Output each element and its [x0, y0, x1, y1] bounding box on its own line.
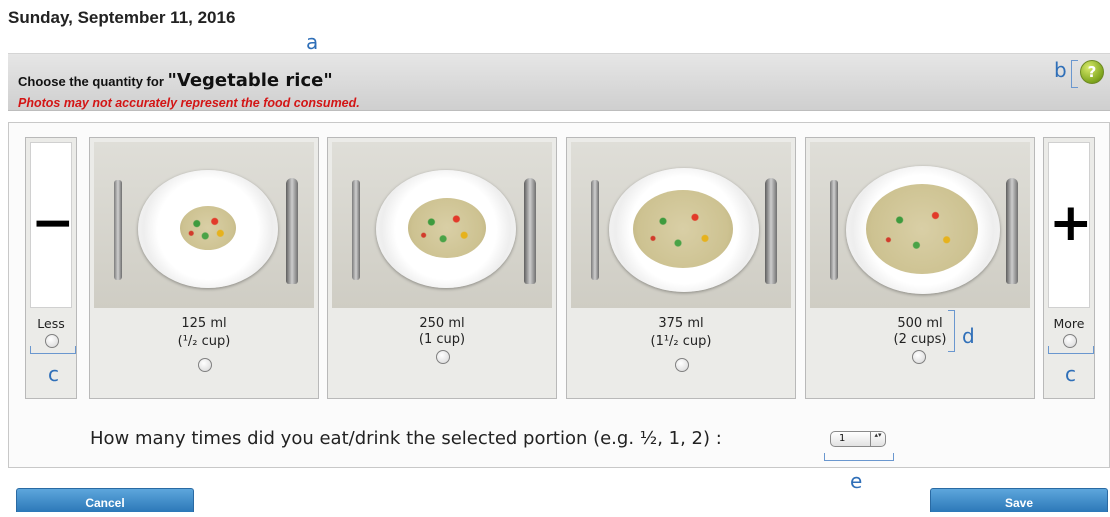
cancel-button[interactable]: Cancel — [16, 488, 194, 512]
portion-cup-label: (1 cup) — [418, 332, 466, 347]
portion-photo-125ml[interactable] — [94, 142, 314, 308]
portion-radio-500ml[interactable] — [912, 350, 926, 364]
fork-image — [114, 180, 122, 280]
minus-icon: − — [31, 193, 75, 253]
more-label: More — [1053, 316, 1085, 331]
less-button[interactable]: − — [30, 142, 75, 308]
portion-card-375ml[interactable]: 375 ml (1¹/₂ cup) — [566, 137, 796, 399]
less-label: Less — [37, 316, 65, 331]
photo-warning: Photos may not accurately represent the … — [18, 96, 360, 110]
rice-image — [180, 206, 236, 250]
choose-prefix: Choose the quantity for — [18, 74, 168, 89]
annotation-d: d — [962, 324, 975, 348]
portion-radio-250ml[interactable] — [436, 350, 450, 364]
quantity-header: Choose the quantity for "Vegetable rice"… — [8, 53, 1110, 111]
stepper-arrows-icon[interactable]: ▴▾ — [870, 432, 885, 446]
plus-icon: + — [1049, 193, 1093, 253]
annotation-d-bracket — [948, 310, 955, 352]
knife-image — [765, 178, 777, 284]
quantity-value: 1 — [839, 433, 846, 444]
less-portion-card[interactable]: − Less — [25, 137, 77, 399]
annotation-b-bracket — [1071, 60, 1078, 88]
more-portion-card[interactable]: + More — [1043, 137, 1095, 399]
portion-ml-label: 250 ml — [419, 316, 465, 331]
annotation-c-left-bracket — [30, 346, 76, 354]
fork-image — [352, 180, 360, 280]
annotation-c-right-bracket — [1048, 346, 1094, 354]
portion-cup-label: (¹/₂ cup) — [177, 334, 231, 349]
portion-ml-label: 500 ml — [897, 316, 943, 331]
portion-ml-label: 125 ml — [181, 316, 227, 331]
portion-card-500ml[interactable]: 500 ml (2 cups) — [805, 137, 1035, 399]
annotation-b: b — [1054, 58, 1067, 82]
portion-radio-375ml[interactable] — [675, 358, 689, 372]
times-question: How many times did you eat/drink the sel… — [90, 428, 722, 449]
rice-image — [408, 198, 486, 258]
portion-cup-label: (1¹/₂ cup) — [650, 334, 712, 349]
food-name: "Vegetable rice" — [167, 70, 333, 91]
annotation-c-right: c — [1065, 362, 1076, 386]
portion-radio-125ml[interactable] — [198, 358, 212, 372]
portion-photo-375ml[interactable] — [571, 142, 791, 308]
portion-card-250ml[interactable]: 250 ml (1 cup) — [327, 137, 557, 399]
knife-image — [286, 178, 298, 284]
quantity-stepper[interactable]: 1 ▴▾ — [830, 431, 886, 447]
help-icon[interactable]: ? — [1080, 60, 1104, 84]
annotation-e: e — [850, 469, 863, 493]
annotation-c-left: c — [48, 362, 59, 386]
rice-image — [866, 184, 978, 274]
knife-image — [524, 178, 536, 284]
fork-image — [591, 180, 599, 280]
portion-photo-500ml[interactable] — [810, 142, 1030, 308]
rice-image — [633, 190, 733, 268]
knife-image — [1006, 178, 1018, 284]
fork-image — [830, 180, 838, 280]
annotation-e-bracket — [824, 453, 894, 461]
more-button[interactable]: + — [1048, 142, 1093, 308]
annotation-a: a — [306, 30, 319, 54]
portion-card-125ml[interactable]: 125 ml (¹/₂ cup) — [89, 137, 319, 399]
portion-cup-label: (2 cups) — [893, 332, 947, 347]
save-button[interactable]: Save — [930, 488, 1108, 512]
portion-panel: − Less 125 ml (¹/₂ cup) 250 ml (1 cup) 3… — [8, 122, 1110, 468]
date-heading: Sunday, September 11, 2016 — [8, 8, 236, 27]
portion-ml-label: 375 ml — [658, 316, 704, 331]
choose-quantity-text: Choose the quantity for "Vegetable rice" — [18, 70, 333, 91]
portion-photo-250ml[interactable] — [332, 142, 552, 308]
